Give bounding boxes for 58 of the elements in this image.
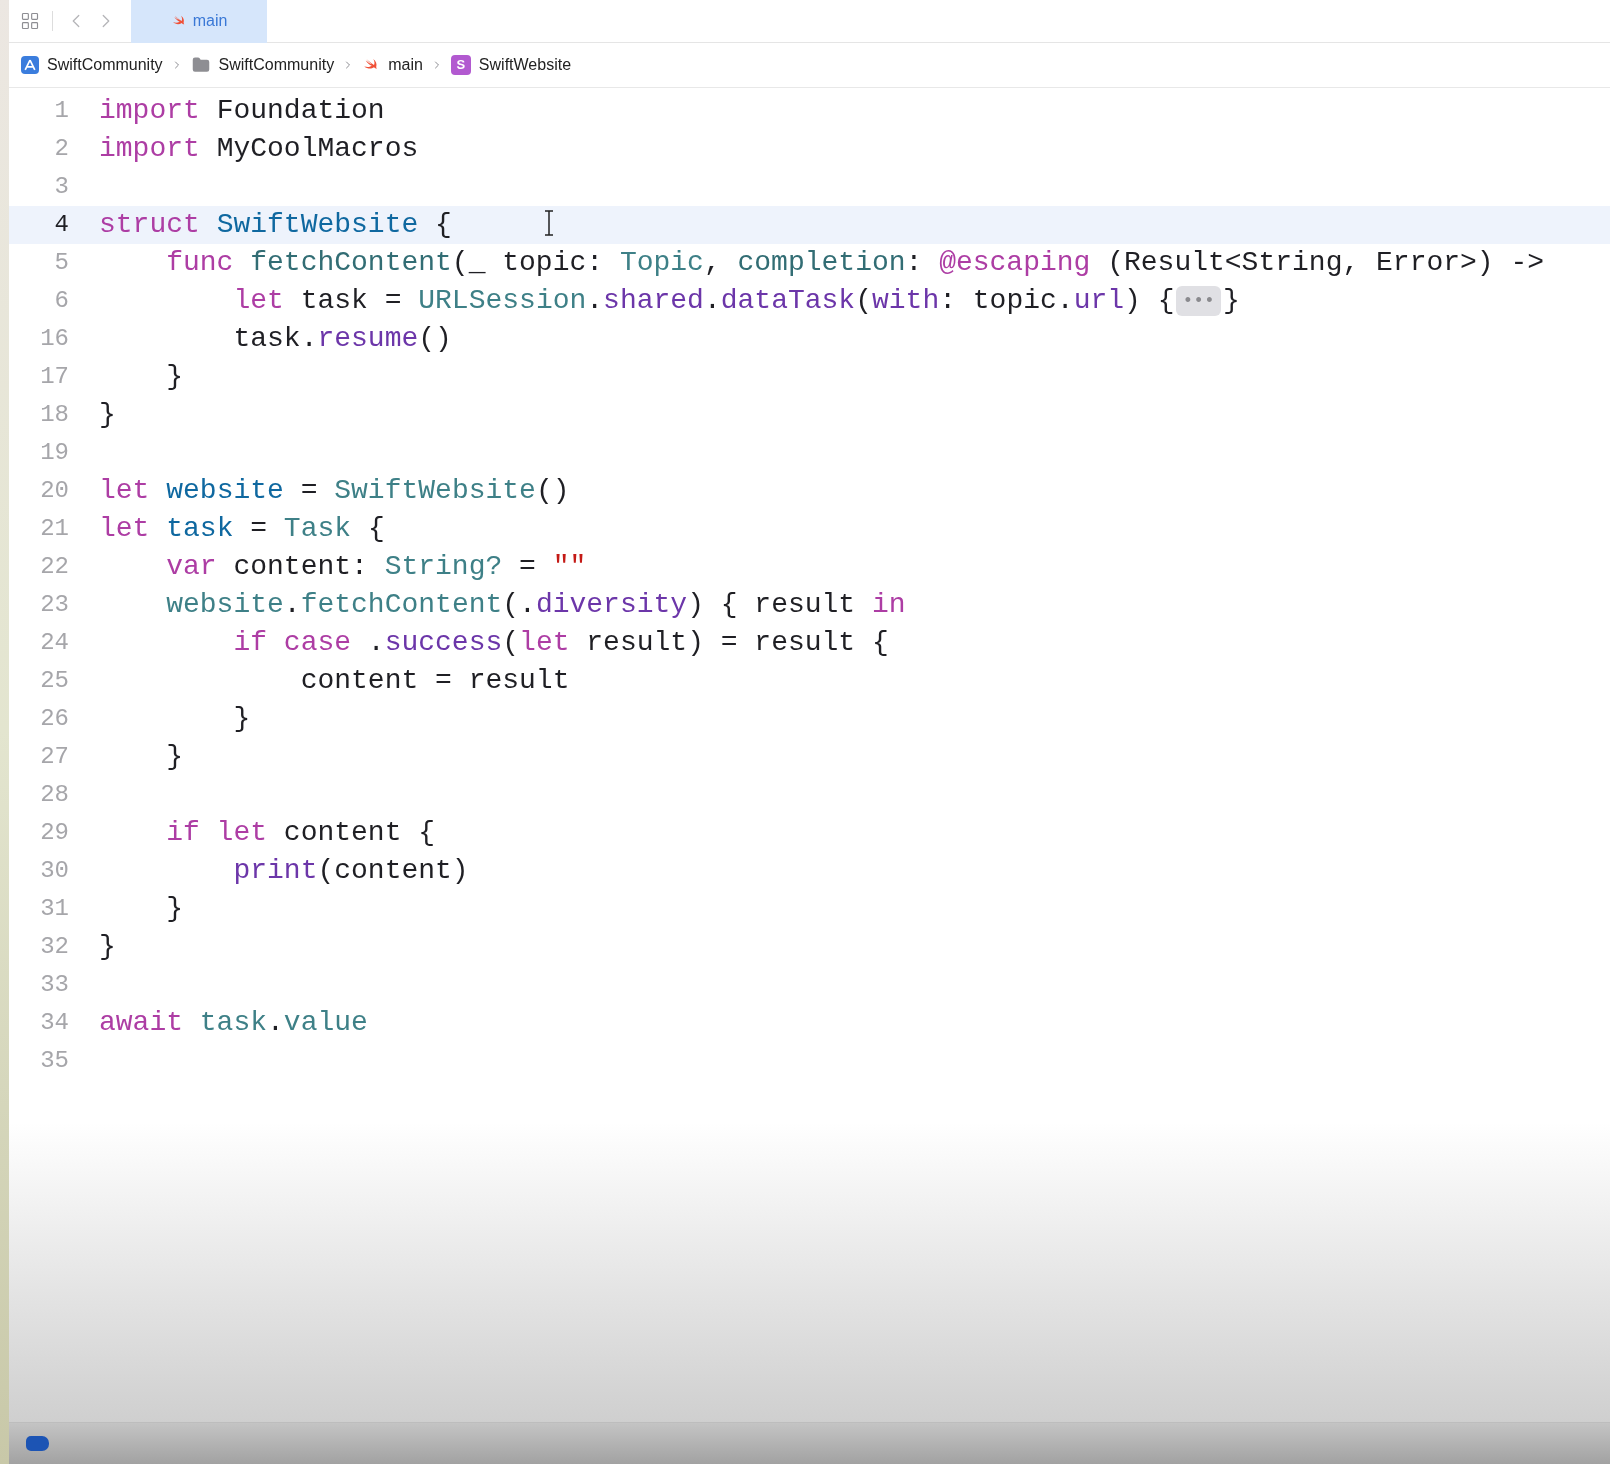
line-number: 2: [53, 134, 70, 164]
code-text: import MyCoolMacros: [99, 132, 419, 166]
line-number: 5: [53, 248, 70, 278]
code-text: let task = Task {: [99, 512, 385, 546]
line-number: 33: [39, 970, 70, 1000]
code-text: if let content {: [165, 816, 436, 850]
breadcrumb-item[interactable]: SwiftCommunity: [218, 53, 335, 77]
line-number: 35: [39, 1046, 70, 1076]
line-number: 27: [39, 742, 70, 772]
app-project-icon: [21, 56, 39, 74]
line-number: 23: [39, 590, 70, 620]
line-number: 16: [39, 324, 70, 354]
grid-icon[interactable]: [20, 11, 40, 31]
code-text: task.resume(): [232, 322, 452, 356]
line-number: 17: [39, 362, 70, 392]
line-number: 28: [39, 780, 70, 810]
line-number: 26: [39, 704, 70, 734]
code-text: struct SwiftWebsite {: [99, 208, 452, 242]
line-number: 34: [39, 1008, 70, 1038]
breadcrumb-item[interactable]: SwiftCommunity: [47, 53, 163, 77]
text-cursor-icon: [543, 210, 555, 236]
code-text: }: [1222, 284, 1240, 318]
folder-icon: [190, 56, 211, 74]
line-number: 31: [39, 894, 70, 924]
code-text: }: [165, 892, 183, 926]
line-number: 25: [39, 666, 70, 696]
code-text: website.fetchContent(.diversity) { result in: [165, 588, 906, 622]
line-number: 1: [53, 96, 70, 126]
line-number: 30: [39, 856, 70, 886]
status-pill: [26, 1436, 49, 1451]
code-text: if case .success(let result) = result {: [232, 626, 889, 660]
code-text: content = result: [299, 664, 570, 698]
code-text: func fetchContent(_ topic: Topic, completion: @escaping (Result<String, Error>) ->: [165, 246, 1545, 280]
code-text: let task = URLSession.shared.dataTask(with: topic.url) {: [232, 284, 1175, 318]
code-text: }: [165, 360, 183, 394]
line-number: 19: [39, 438, 70, 468]
breadcrumb-item[interactable]: SwiftWebsite: [478, 53, 572, 77]
code-text: }: [99, 930, 116, 964]
line-number: 29: [39, 818, 70, 848]
code-text: print(content): [232, 854, 469, 888]
line-number: 21: [39, 514, 70, 544]
code-text: }: [165, 740, 183, 774]
line-number: 32: [39, 932, 70, 962]
code-text: import Foundation: [99, 94, 385, 128]
code-text: }: [99, 398, 116, 432]
symbol-badge: S: [450, 55, 471, 75]
line-number: 6: [53, 286, 70, 316]
line-number: 24: [39, 628, 70, 658]
line-number: 3: [53, 172, 70, 202]
code-text: }: [232, 702, 251, 736]
line-number: 22: [39, 552, 70, 582]
breadcrumb-item[interactable]: main: [388, 53, 423, 77]
code-text: let website = SwiftWebsite(): [99, 474, 570, 508]
code-text: await task.value: [99, 1006, 368, 1040]
code-text: var content: String? = "": [165, 550, 587, 584]
line-number: 18: [39, 400, 70, 430]
line-number: 20: [39, 476, 70, 506]
line-number: 4: [53, 210, 70, 240]
